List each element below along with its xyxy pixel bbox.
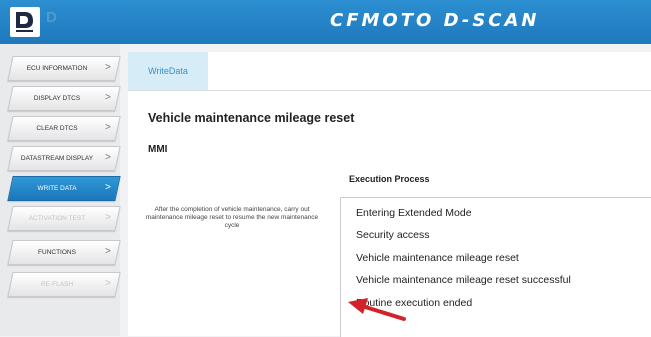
main-panel: WriteData Vehicle maintenance mileage re… bbox=[128, 52, 651, 337]
app-logo bbox=[10, 7, 40, 37]
chevron-right-icon: > bbox=[105, 182, 111, 193]
sidebar-item-activation-test[interactable]: ACTIVATION TEST > bbox=[7, 206, 121, 231]
d-logo-icon bbox=[12, 9, 38, 35]
sidebar-item-label: WRITE DATA bbox=[37, 185, 77, 192]
tab-bar: WriteData bbox=[128, 52, 651, 91]
log-line: Vehicle maintenance mileage reset succes… bbox=[356, 274, 571, 286]
app-header: D CFMOTO D-SCAN bbox=[0, 0, 651, 44]
sidebar-item-re-flash[interactable]: RE-FLASH > bbox=[7, 272, 121, 297]
sidebar-item-label: DISPLAY DTCS bbox=[33, 95, 81, 102]
page-title: Vehicle maintenance mileage reset bbox=[148, 111, 355, 125]
brand-title: CFMOTO D-SCAN bbox=[330, 10, 540, 31]
tab-writedata[interactable]: WriteData bbox=[128, 52, 208, 90]
chevron-right-icon: > bbox=[105, 278, 111, 289]
sidebar-item-datastream-display[interactable]: DATASTREAM DISPLAY > bbox=[7, 146, 121, 171]
function-description: After the completion of vehicle maintena… bbox=[145, 206, 319, 229]
sidebar-item-label: ECU INFORMATION bbox=[26, 65, 88, 72]
sidebar-item-label: DATASTREAM DISPLAY bbox=[20, 155, 94, 162]
sidebar-item-label: FUNCTIONS bbox=[38, 249, 76, 256]
sidebar-item-label: RE-FLASH bbox=[40, 281, 74, 288]
logo-watermark: D bbox=[46, 9, 57, 26]
log-line: Vehicle maintenance mileage reset bbox=[356, 252, 519, 264]
sidebar-item-clear-dtcs[interactable]: CLEAR DTCS > bbox=[7, 116, 121, 141]
sidebar: ECU INFORMATION > DISPLAY DTCS > CLEAR D… bbox=[0, 44, 121, 336]
sidebar-item-label: CLEAR DTCS bbox=[36, 125, 78, 132]
chevron-right-icon: > bbox=[105, 92, 111, 103]
sidebar-item-functions[interactable]: FUNCTIONS > bbox=[7, 240, 121, 265]
execution-process-heading: Execution Process bbox=[349, 174, 430, 184]
ecu-code-label: MMI bbox=[148, 144, 168, 155]
chevron-right-icon: > bbox=[105, 152, 111, 163]
chevron-right-icon: > bbox=[105, 122, 111, 133]
chevron-right-icon: > bbox=[105, 212, 111, 223]
sidebar-item-display-dtcs[interactable]: DISPLAY DTCS > bbox=[7, 86, 121, 111]
chevron-right-icon: > bbox=[105, 246, 111, 257]
log-line: Security access bbox=[356, 229, 430, 241]
log-line: Entering Extended Mode bbox=[356, 207, 472, 219]
red-arrow-icon bbox=[348, 298, 406, 321]
chevron-right-icon: > bbox=[105, 62, 111, 73]
sidebar-item-ecu-information[interactable]: ECU INFORMATION > bbox=[7, 56, 121, 81]
sidebar-item-write-data[interactable]: WRITE DATA > bbox=[7, 176, 121, 201]
sidebar-item-label: ACTIVATION TEST bbox=[28, 215, 86, 222]
